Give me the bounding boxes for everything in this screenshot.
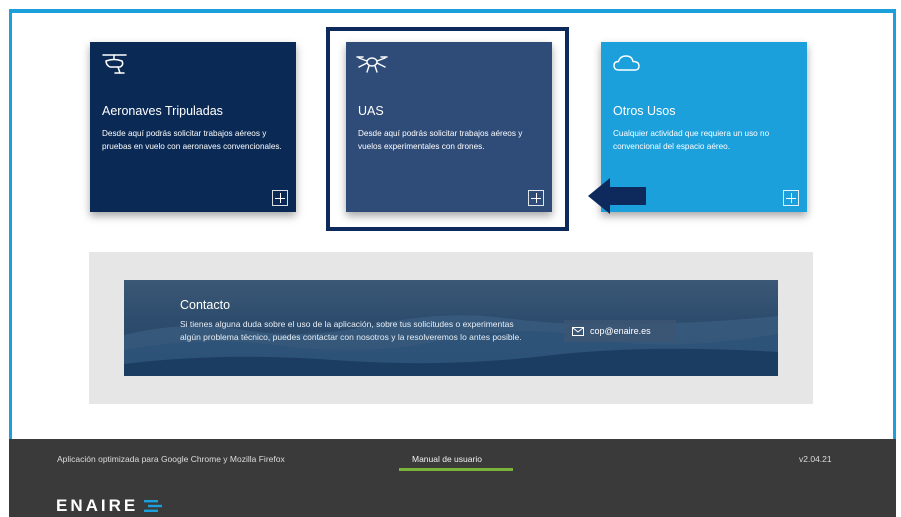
- helicopter-icon: [102, 54, 127, 74]
- plus-icon[interactable]: [783, 190, 799, 206]
- contact-title: Contacto: [180, 298, 231, 312]
- manual-link[interactable]: Manual de usuario: [412, 454, 482, 464]
- version-label: v2.04.21: [799, 454, 832, 464]
- logo-text: ENAIRE: [56, 496, 139, 515]
- browser-note: Aplicación optimizada para Google Chrome…: [57, 454, 285, 464]
- contact-banner: Contacto Si tienes alguna duda sobre el …: [124, 280, 778, 376]
- card-description: Desde aquí podrás solicitar trabajos aér…: [102, 129, 282, 151]
- uas-highlight-box: [326, 27, 569, 231]
- manual-underline: [399, 468, 513, 471]
- contact-section: Contacto Si tienes alguna duda sobre el …: [89, 252, 813, 404]
- card-description: Cualquier actividad que requiera un uso …: [613, 129, 770, 151]
- footer: Aplicación optimizada para Google Chrome…: [9, 439, 896, 517]
- mail-icon: [572, 326, 584, 336]
- logo-stripes-icon: [144, 500, 163, 512]
- contact-text: Si tienes alguna duda sobre el uso de la…: [180, 319, 522, 342]
- left-arrow-icon: [588, 178, 646, 214]
- card-title: Otros Usos: [613, 104, 676, 118]
- cloud-icon: [613, 55, 640, 71]
- card-aeronaves-tripuladas[interactable]: Aeronaves Tripuladas Desde aquí podrás s…: [90, 42, 296, 212]
- email-link[interactable]: cop@enaire.es: [564, 320, 676, 342]
- plus-icon[interactable]: [272, 190, 288, 206]
- enaire-logo: ENAIRE: [56, 496, 163, 516]
- card-title: Aeronaves Tripuladas: [102, 104, 223, 118]
- email-text: cop@enaire.es: [590, 326, 651, 336]
